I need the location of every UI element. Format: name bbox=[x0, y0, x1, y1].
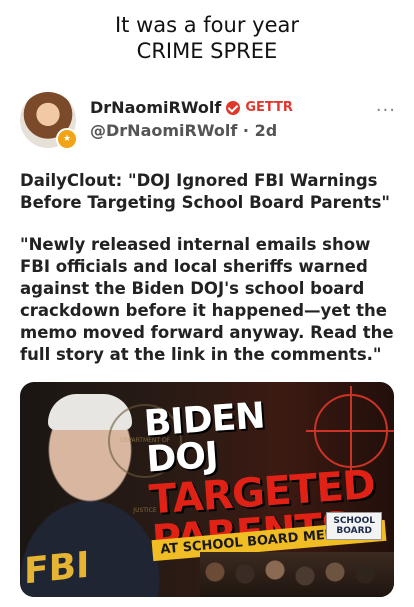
author-avatar-wrap[interactable]: ★ bbox=[20, 92, 78, 150]
post-headline: DailyClout: "DOJ Ignored FBI Warnings Be… bbox=[20, 171, 390, 212]
verified-icon bbox=[226, 100, 241, 115]
platform-label: GETTR bbox=[245, 100, 293, 115]
more-icon[interactable]: ··· bbox=[376, 100, 396, 121]
name-row: DrNaomiRWolf GETTR bbox=[90, 98, 293, 117]
author-info: DrNaomiRWolf GETTR @DrNaomiRWolf · 2d bbox=[90, 98, 293, 140]
school-board-sign: SCHOOL BOARD bbox=[326, 512, 382, 540]
handle-timestamp[interactable]: @DrNaomiRWolf · 2d bbox=[90, 121, 293, 140]
caption-line-2: CRIME SPREE bbox=[136, 39, 278, 63]
sign-line-2: BOARD bbox=[336, 526, 372, 536]
fbi-jacket-text: FBI bbox=[24, 544, 90, 593]
badge-icon: ★ bbox=[56, 128, 78, 150]
post-image[interactable]: FBI DEPARTMENT OF JUSTICE BIDEN DOJ TARG… bbox=[20, 382, 394, 597]
meeting-crowd bbox=[200, 552, 394, 597]
author-name[interactable]: DrNaomiRWolf bbox=[90, 98, 221, 117]
meme-caption: It was a four year CRIME SPREE bbox=[0, 12, 414, 64]
sign-line-1: SCHOOL bbox=[333, 516, 375, 526]
caption-line-1: It was a four year bbox=[114, 13, 300, 37]
post-quote: "Newly released internal emails show FBI… bbox=[20, 235, 394, 364]
